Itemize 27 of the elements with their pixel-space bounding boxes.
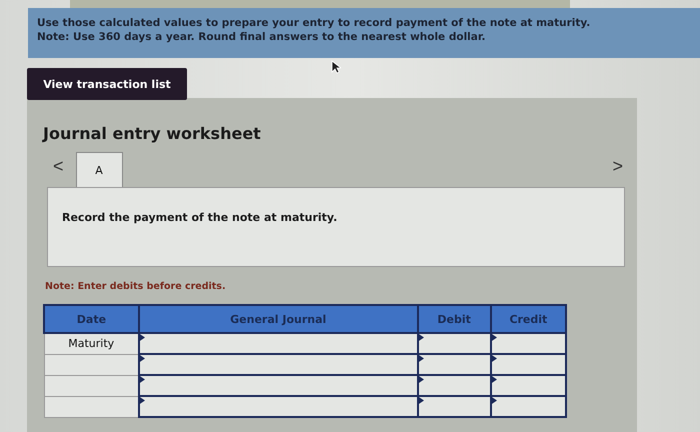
date-cell: Maturity [44,333,139,354]
view-transaction-list-button[interactable]: View transaction list [27,68,187,100]
entry-field[interactable] [138,354,418,375]
entry-field[interactable] [490,354,566,375]
prompt-text: Record the payment of the note at maturity. [62,211,338,224]
entry-field[interactable] [490,333,566,354]
column-header: Credit [490,305,566,333]
entry-field[interactable] [138,375,418,396]
entry-field[interactable] [138,333,418,354]
entry-field[interactable] [138,396,418,417]
mouse-cursor-icon [331,60,341,74]
column-header: Date [44,305,139,333]
entry-field[interactable] [418,333,491,354]
entry-tab[interactable]: A [76,152,123,187]
note-text: Note: Enter debits before credits. [45,281,227,292]
column-header: Debit [418,305,491,333]
entry-field[interactable] [418,375,491,396]
entry-field[interactable] [490,375,566,396]
instruction-note: Note: Use 360 days a year. Round final answers to the nearest whole dollar. [37,30,487,44]
instruction-text: Use those calculated values to prepare your entry to record payment of the note at maturity. [37,16,592,30]
previous-button[interactable]: < [43,156,76,187]
worksheet-title: Journal entry worksheet [43,124,262,143]
column-header: General Journal [138,305,418,333]
entry-field[interactable] [490,396,566,417]
entry-field[interactable] [418,354,491,375]
next-button[interactable]: > [602,156,631,187]
entry-field[interactable] [418,396,491,417]
